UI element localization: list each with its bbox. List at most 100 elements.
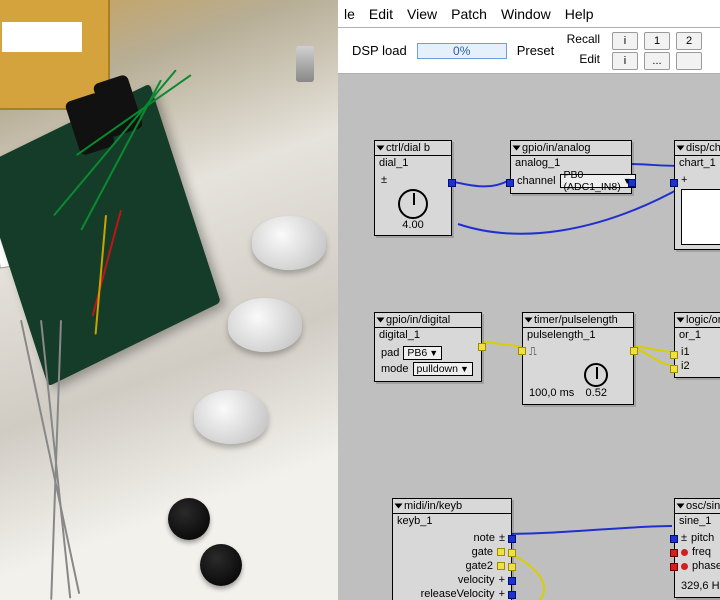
object-titlebar[interactable]: gpio/in/analog [511, 141, 631, 156]
collapse-icon[interactable] [377, 146, 385, 151]
recall-button-1[interactable]: 1 [644, 32, 670, 50]
note-label: note [474, 532, 495, 544]
inlet-freq[interactable] [670, 549, 678, 557]
bool-indicator-icon [497, 562, 505, 570]
plus-label: + [499, 574, 505, 586]
object-analog-in[interactable]: gpio/in/analog analog_1 channel PB0 (ADC… [510, 140, 632, 194]
object-digital-in[interactable]: gpio/in/digital digital_1 pad PB6▼ mode … [374, 312, 482, 382]
rotary-knob [252, 216, 326, 270]
dsp-load-meter: 0% [417, 43, 507, 59]
pm-label: ± [499, 532, 505, 544]
dsp-load-label: DSP load [352, 43, 407, 58]
rotary-knob [228, 298, 302, 352]
inlet-bool[interactable] [518, 347, 526, 355]
menu-file[interactable]: le [344, 6, 355, 22]
recall-button-i[interactable]: i [612, 32, 638, 50]
freq-value: 329,6 Hz [681, 580, 720, 592]
collapse-icon[interactable] [525, 318, 533, 323]
object-titlebar[interactable]: logic/or 2 [675, 313, 720, 328]
outlet-gate2[interactable] [508, 563, 516, 571]
pulse-dial-value: 0.52 [584, 387, 608, 399]
edit-button-blank[interactable] [676, 52, 702, 70]
outlet-gate[interactable] [508, 549, 516, 557]
collapse-icon[interactable] [377, 318, 385, 323]
object-pulselength[interactable]: timer/pulselength pulselength_1 ⎍ 100,0 … [522, 312, 634, 405]
inlet[interactable] [506, 179, 514, 187]
object-name: or_1 [675, 328, 720, 342]
inlet[interactable] [670, 179, 678, 187]
led-icon [681, 563, 688, 570]
object-logic-or[interactable]: logic/or 2 or_1 i1 i2 [674, 312, 720, 378]
outlet-note[interactable] [508, 535, 516, 543]
preset-label: Preset [517, 43, 555, 58]
object-dial[interactable]: ctrl/dial b dial_1 ± 4.00 [374, 140, 452, 236]
outlet-bool[interactable] [630, 347, 638, 355]
pitch-label: pitch [691, 532, 714, 544]
menubar: le Edit View Patch Window Help [338, 0, 720, 28]
pulse-dial[interactable] [584, 363, 608, 387]
object-type: logic/or 2 [686, 314, 720, 326]
phase-label: phase [692, 560, 720, 572]
edit-label: Edit [579, 52, 600, 70]
gate2-label: gate2 [465, 560, 493, 572]
menu-window[interactable]: Window [501, 6, 551, 22]
object-type: ctrl/dial b [386, 142, 430, 154]
dsp-load-value: 0% [453, 44, 470, 58]
inlet-i2[interactable] [670, 365, 678, 373]
mode-value: pulldown [417, 363, 458, 375]
object-titlebar[interactable]: ctrl/dial b [375, 141, 451, 156]
led-icon [681, 549, 688, 556]
object-midi-keyb[interactable]: midi/in/keyb keyb_1 note± gate gate2 vel… [392, 498, 512, 600]
object-titlebar[interactable]: osc/sine [675, 499, 720, 514]
recall-button-2[interactable]: 2 [676, 32, 702, 50]
dial-knob[interactable] [398, 189, 428, 219]
collapse-icon[interactable] [677, 146, 685, 151]
pad-dropdown[interactable]: PB6▼ [403, 346, 442, 360]
outlet[interactable] [628, 179, 636, 187]
edit-button-more[interactable]: ... [644, 52, 670, 70]
object-name: sine_1 [675, 514, 720, 528]
pulse-glyph-icon: ⎍ [529, 346, 537, 359]
inlet-i1[interactable] [670, 351, 678, 359]
object-type: timer/pulselength [534, 314, 618, 326]
outlet-bool[interactable] [478, 343, 486, 351]
inlet-pitch[interactable] [670, 535, 678, 543]
menu-help[interactable]: Help [565, 6, 594, 22]
mode-dropdown[interactable]: pulldown▼ [413, 362, 473, 376]
menu-edit[interactable]: Edit [369, 6, 393, 22]
outlet[interactable] [448, 179, 456, 187]
menu-patch[interactable]: Patch [451, 6, 487, 22]
edit-button-i[interactable]: i [612, 52, 638, 70]
pad-value: PB6 [407, 347, 427, 359]
object-chart[interactable]: disp/chart p chart_1 + [674, 140, 720, 250]
i1-label: i1 [681, 346, 690, 358]
menu-view[interactable]: View [407, 6, 437, 22]
object-osc-sine[interactable]: osc/sine sine_1 ±pitch freq phase 329,6 … [674, 498, 720, 598]
object-titlebar[interactable]: disp/chart p [675, 141, 720, 156]
object-titlebar[interactable]: midi/in/keyb [393, 499, 511, 514]
object-name: digital_1 [375, 328, 481, 342]
outlet-releasevelocity[interactable] [508, 591, 516, 599]
pulse-time-value: 100,0 ms [529, 387, 574, 399]
channel-dropdown[interactable]: PB0 (ADC1_IN8)▼ [560, 174, 636, 188]
pm-label: ± [681, 532, 687, 544]
chevron-down-icon: ▼ [460, 364, 469, 374]
patch-canvas[interactable]: ctrl/dial b dial_1 ± 4.00 gpio/in/analog… [338, 74, 720, 600]
dial-value: 4.00 [381, 219, 445, 231]
object-titlebar[interactable]: timer/pulselength [523, 313, 633, 328]
channel-label: channel [517, 175, 556, 187]
inlet-phase[interactable] [670, 563, 678, 571]
pm-label: ± [381, 174, 387, 186]
chart-display [681, 189, 720, 245]
object-name: analog_1 [511, 156, 631, 170]
object-titlebar[interactable]: gpio/in/digital [375, 313, 481, 328]
outlet-velocity[interactable] [508, 577, 516, 585]
collapse-icon[interactable] [677, 504, 685, 509]
velocity-label: velocity [458, 574, 495, 586]
patcher-window: le Edit View Patch Window Help DSP load … [338, 0, 720, 600]
object-type: gpio/in/digital [386, 314, 450, 326]
preset-controls: Recall i 1 2 Edit i ... [567, 32, 706, 70]
collapse-icon[interactable] [395, 504, 403, 509]
collapse-icon[interactable] [513, 146, 521, 151]
collapse-icon[interactable] [677, 318, 685, 323]
